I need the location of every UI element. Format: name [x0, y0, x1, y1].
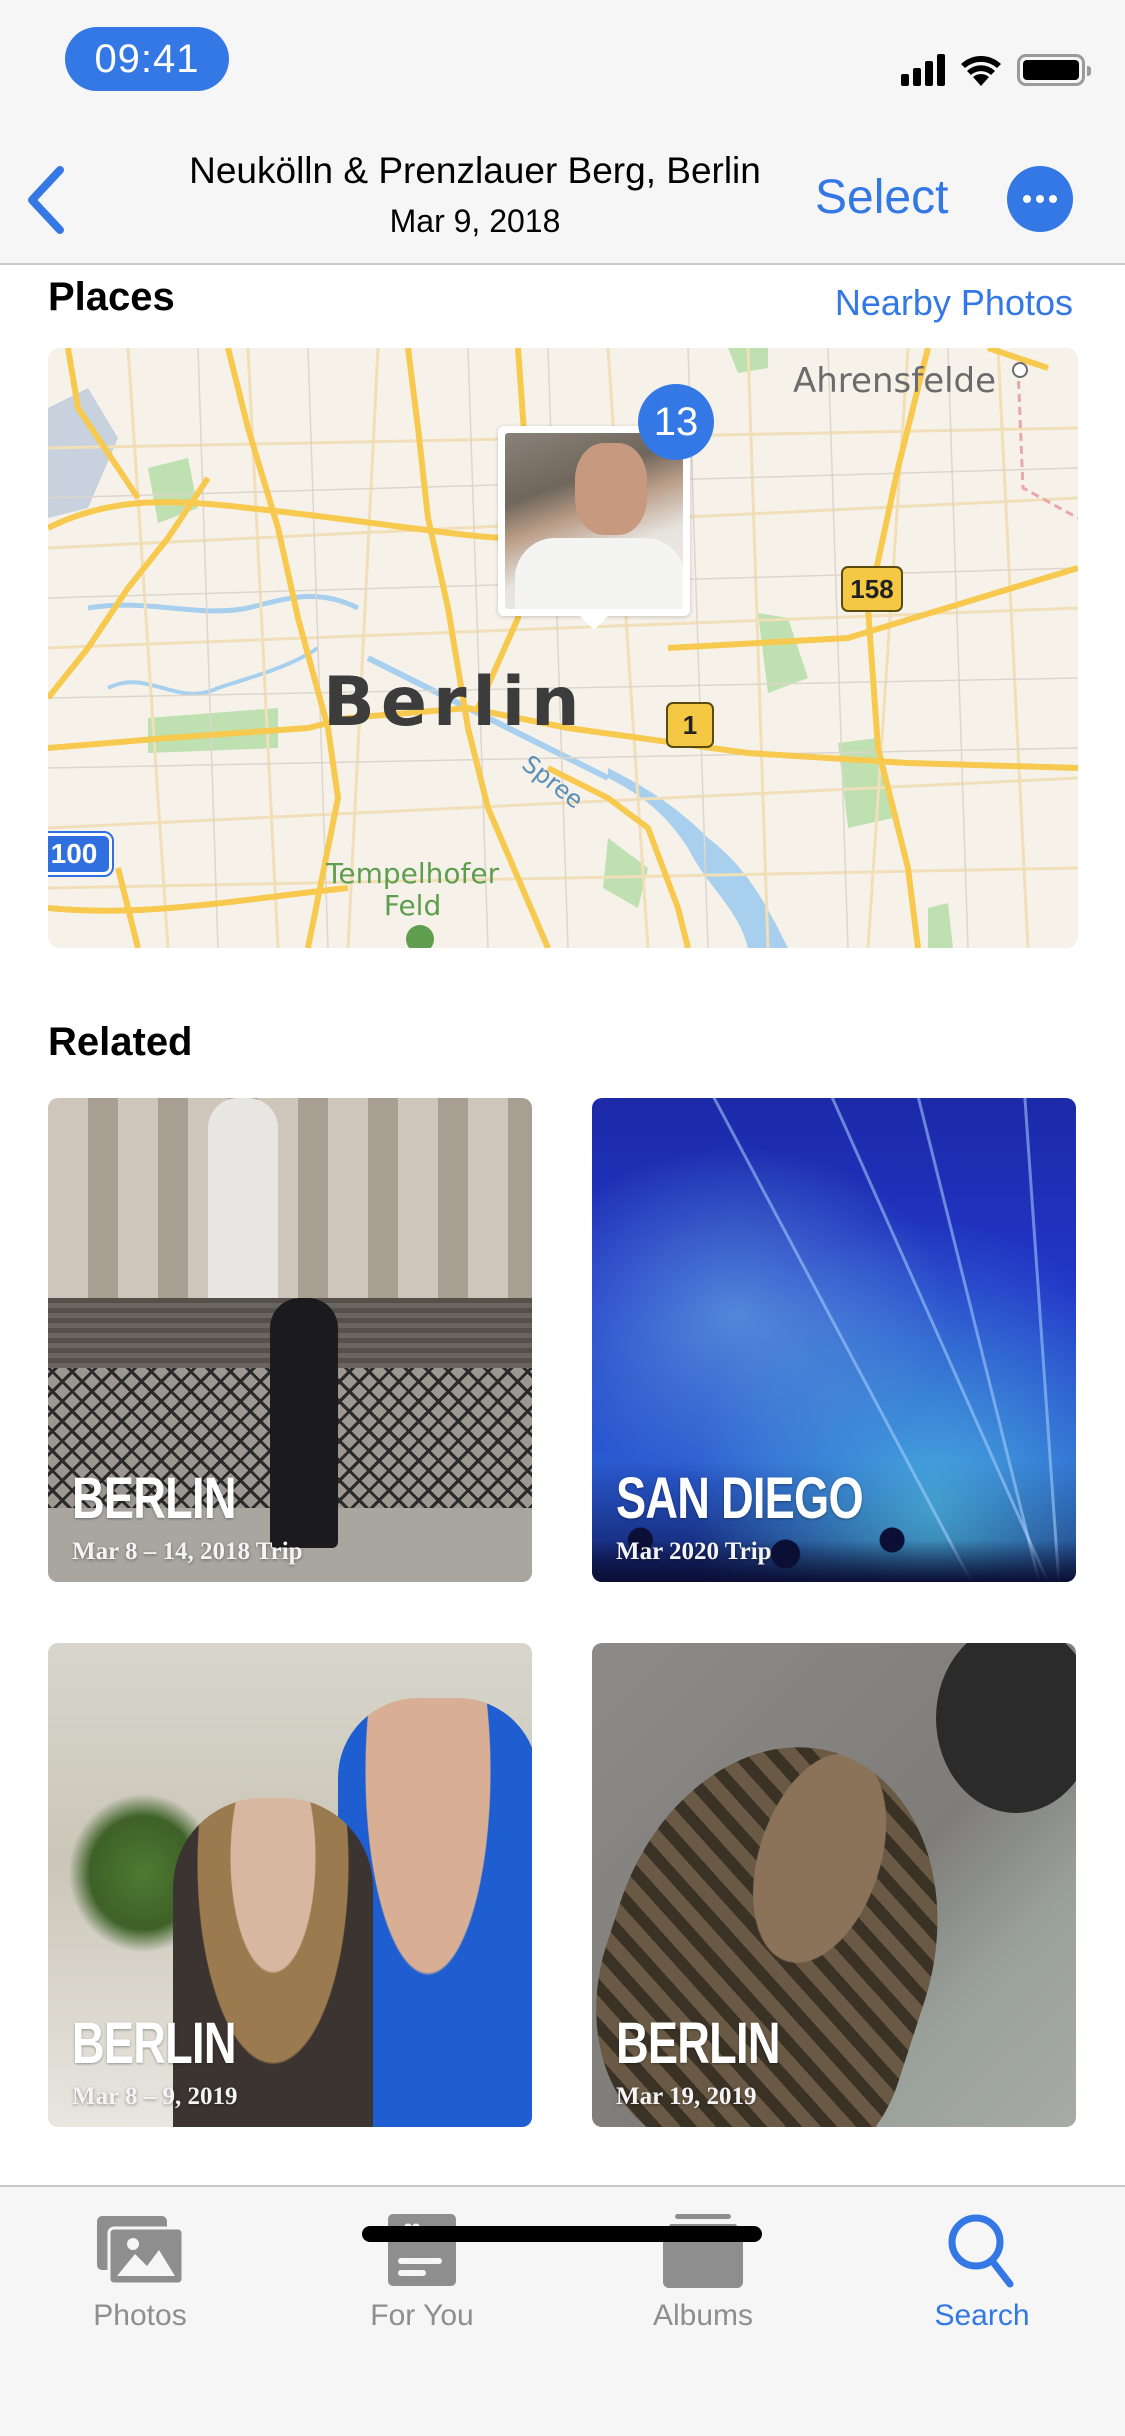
status-icons: [901, 50, 1091, 86]
page-title: Neukölln & Prenzlauer Berg, Berlin: [189, 150, 761, 191]
battery-icon: [1017, 54, 1091, 86]
place-marker-icon: [1012, 362, 1028, 378]
photos-memory-screen: 09:41 Neukölln & Prenzlauer Berg, Berlin…: [0, 0, 1125, 2436]
search-icon: [948, 2214, 1014, 2288]
photo-count-badge: 13: [638, 384, 714, 460]
tab-bar: Photos For You Albums Search: [0, 2185, 1125, 2436]
card-subtitle: Mar 8 – 14, 2018 Trip: [72, 1538, 303, 1565]
card-subtitle: Mar 2020 Trip: [616, 1538, 772, 1565]
related-card[interactable]: SAN DIEGO Mar 2020 Trip: [592, 1098, 1076, 1582]
ellipsis-dot: [1049, 195, 1057, 203]
related-card[interactable]: BERLIN Mar 8 – 9, 2019: [48, 1643, 532, 2127]
related-heading: Related: [48, 1020, 193, 1064]
map-label-park: Tempelhofer Feld: [326, 858, 499, 922]
card-title: SAN DIEGO: [616, 1466, 864, 1531]
tab-label: Search: [934, 2299, 1030, 2332]
card-image-detail: [208, 1098, 278, 1318]
chevron-left-icon: [28, 166, 64, 234]
related-card[interactable]: BERLIN Mar 19, 2019: [592, 1643, 1076, 2127]
card-subtitle: Mar 19, 2019: [616, 2083, 757, 2110]
status-time: 09:41: [65, 27, 229, 91]
park-label-line2: Feld: [383, 889, 442, 922]
tab-label: Photos: [93, 2299, 187, 2332]
ellipsis-icon: [1023, 195, 1031, 203]
card-image-detail: [173, 1798, 373, 2127]
select-button[interactable]: Select: [815, 170, 948, 225]
page-subtitle: Mar 9, 2018: [389, 203, 561, 239]
albums-icon: [663, 2214, 743, 2288]
photos-icon: [97, 2216, 185, 2286]
card-image-detail: [936, 1643, 1076, 1813]
road-shield-a100: 100: [48, 831, 114, 877]
navigation-header: 09:41 Neukölln & Prenzlauer Berg, Berlin…: [0, 0, 1125, 265]
map-label-ahrensfelde: Ahrensfelde: [793, 361, 997, 401]
wifi-icon: [961, 56, 1001, 86]
nearby-photos-link[interactable]: Nearby Photos: [835, 282, 1073, 324]
road-shield-1: 1: [666, 702, 714, 748]
card-title: BERLIN: [616, 2011, 780, 2076]
home-indicator[interactable]: [362, 2226, 762, 2242]
back-button[interactable]: [18, 160, 78, 240]
card-title: BERLIN: [72, 2011, 236, 2076]
thumbnail-detail: [575, 443, 647, 535]
ellipsis-dot: [1036, 195, 1044, 203]
thumbnail-detail: [515, 538, 683, 609]
tab-photos[interactable]: Photos: [30, 2209, 250, 2339]
related-card[interactable]: BERLIN Mar 8 – 14, 2018 Trip: [48, 1098, 532, 1582]
card-image-detail: [1022, 1098, 1074, 1582]
tab-search[interactable]: Search: [872, 2209, 1092, 2339]
photo-thumbnail: [505, 433, 683, 609]
places-map[interactable]: Ahrensfelde Berlin Spree Tempelhofer Fel…: [48, 348, 1078, 948]
card-subtitle: Mar 8 – 9, 2019: [72, 2083, 238, 2110]
road-shield-158: 158: [841, 566, 903, 612]
more-options-button[interactable]: [1007, 166, 1073, 232]
card-image-detail: [270, 1298, 338, 1548]
card-title: BERLIN: [72, 1466, 236, 1531]
tab-label: Albums: [652, 2299, 754, 2332]
map-label-city: Berlin: [323, 663, 586, 742]
tab-label: For You: [370, 2299, 474, 2332]
park-label-line1: Tempelhofer: [326, 857, 500, 890]
cellular-signal-icon: [901, 52, 945, 86]
for-you-icon: [388, 2214, 456, 2286]
places-heading: Places: [48, 275, 175, 319]
park-tree-icon: [406, 925, 434, 948]
